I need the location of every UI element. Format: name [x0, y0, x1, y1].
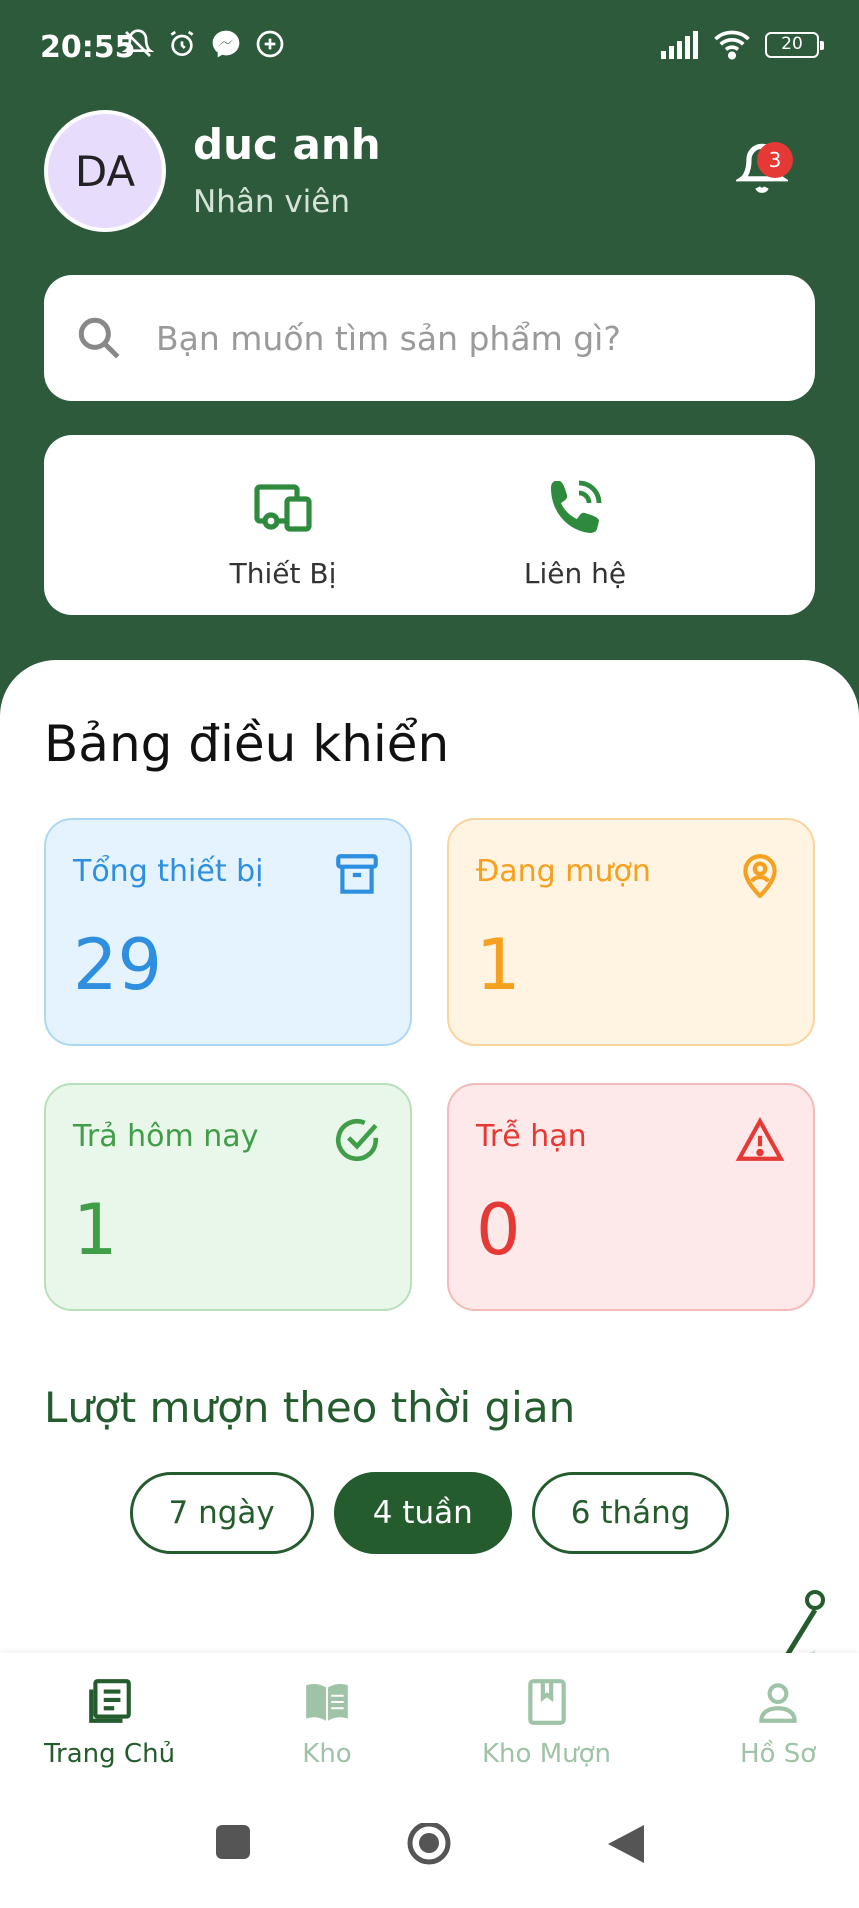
- person-icon: [759, 1683, 797, 1723]
- back-icon[interactable]: [606, 1823, 646, 1865]
- messenger-icon: [212, 30, 240, 58]
- status-bar: 20:55 20: [0, 0, 859, 96]
- warning-icon: [735, 1116, 785, 1161]
- stat-card-overdue[interactable]: Trễ hạn 0: [447, 1083, 815, 1311]
- stat-value: 1: [476, 924, 521, 1006]
- stat-label: Đang mượn: [476, 854, 651, 889]
- stat-label: Trả hôm nay: [73, 1119, 259, 1154]
- nav-label: Trang Chủ: [44, 1739, 176, 1769]
- stat-value: 29: [73, 924, 163, 1006]
- avatar[interactable]: DA: [44, 110, 166, 232]
- wifi-icon: [714, 30, 750, 60]
- dashboard-title: Bảng điều khiển: [44, 715, 450, 773]
- status-right-icons: 20: [659, 30, 824, 60]
- check-circle-icon: [336, 1118, 379, 1162]
- quick-action-devices[interactable]: Thiết Bị: [183, 475, 383, 590]
- nav-borrow-warehouse[interactable]: Kho Mượn: [482, 1677, 611, 1769]
- recents-icon[interactable]: [214, 1823, 252, 1861]
- bookmark-book-icon: [527, 1679, 566, 1725]
- nav-home[interactable]: Trang Chủ: [44, 1677, 175, 1769]
- news-icon: [88, 1679, 131, 1723]
- search-bar[interactable]: [44, 275, 815, 401]
- devices-icon: [254, 484, 312, 532]
- nav-warehouse[interactable]: Kho: [302, 1677, 352, 1769]
- search-input[interactable]: [156, 318, 756, 358]
- range-4-weeks[interactable]: 4 tuần: [333, 1472, 512, 1554]
- quick-action-label: Liên hệ: [523, 557, 627, 590]
- stat-card-borrowing[interactable]: Đang mượn 1: [447, 818, 815, 1046]
- bottom-navigation: Trang Chủ Kho Kho Mượn Hồ Sơ: [0, 1653, 859, 1793]
- nav-profile[interactable]: Hồ Sơ: [740, 1677, 816, 1769]
- nav-label: Hồ Sơ: [740, 1739, 817, 1769]
- battery-icon: 20: [765, 32, 824, 58]
- status-left-icons: [122, 28, 286, 60]
- system-navigation: [0, 1793, 859, 1908]
- notification-badge: 3: [757, 142, 793, 178]
- stat-value: 1: [73, 1189, 118, 1271]
- nav-label: Kho Mượn: [482, 1739, 611, 1769]
- quick-action-contact[interactable]: Liên hệ: [475, 475, 675, 590]
- quick-actions-card: Thiết Bị Liên hệ: [44, 435, 815, 615]
- stat-card-total-devices[interactable]: Tổng thiết bị 29: [44, 818, 412, 1046]
- plus-circle-icon: [256, 30, 284, 58]
- home-icon[interactable]: [405, 1823, 453, 1871]
- mute-bell-icon: [122, 29, 154, 57]
- borrow-section-title: Lượt mượn theo thời gian: [44, 1383, 576, 1432]
- alarm-icon: [170, 30, 194, 56]
- range-7-days[interactable]: 7 ngày: [129, 1472, 314, 1554]
- user-name: duc anh: [193, 120, 381, 169]
- stat-card-returned-today[interactable]: Trả hôm nay 1: [44, 1083, 412, 1311]
- location-person-icon: [743, 854, 777, 899]
- book-open-icon: [306, 1683, 348, 1721]
- stat-value: 0: [476, 1189, 521, 1271]
- archive-icon: [336, 854, 378, 894]
- user-role: Nhân viên: [193, 184, 351, 220]
- phone-icon: [551, 480, 602, 533]
- search-icon: [78, 317, 120, 359]
- quick-action-label: Thiết Bị: [229, 557, 337, 590]
- nav-label: Kho: [302, 1739, 352, 1769]
- range-6-months[interactable]: 6 tháng: [531, 1472, 730, 1554]
- stat-label: Tổng thiết bị: [73, 854, 264, 889]
- stat-label: Trễ hạn: [476, 1119, 587, 1154]
- signal-icon: [661, 31, 698, 59]
- time-range-selector: 7 ngày 4 tuần 6 tháng: [0, 1472, 859, 1554]
